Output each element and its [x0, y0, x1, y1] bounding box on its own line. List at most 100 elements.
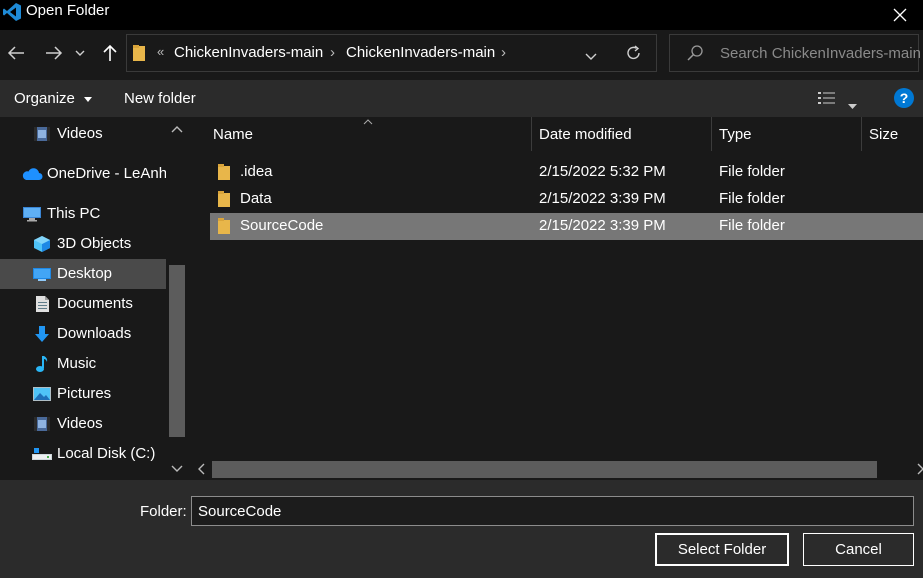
- sidebar-item-label: Downloads: [57, 325, 132, 342]
- sidebar-scroll-thumb[interactable]: [169, 265, 185, 437]
- folder-icon: [218, 218, 230, 234]
- sidebar-item-label: Desktop: [57, 265, 113, 282]
- column-divider[interactable]: [711, 117, 712, 151]
- search-input[interactable]: Search ChickenInvaders-main: [720, 45, 921, 62]
- column-divider[interactable]: [861, 117, 862, 151]
- organize-button[interactable]: Organize: [14, 90, 93, 107]
- view-dropdown-button[interactable]: [848, 96, 857, 113]
- 3d-objects-icon: [34, 236, 50, 252]
- breadcrumb-chickeninvaders-main-current[interactable]: ChickenInvaders-main: [346, 44, 495, 61]
- sidebar-item-videos-quick[interactable]: Videos: [0, 119, 166, 149]
- videos-icon: [34, 417, 50, 431]
- folder-label: Folder:: [140, 503, 187, 520]
- window-title: Open Folder: [26, 2, 110, 19]
- sidebar-item-onedrive[interactable]: OneDrive - LeAnh:: [0, 159, 171, 189]
- folder-icon: [218, 191, 230, 207]
- scroll-up-icon[interactable]: [170, 123, 184, 137]
- sidebar-item-pictures[interactable]: Pictures: [0, 379, 166, 409]
- overflow-chevron[interactable]: «: [157, 44, 164, 59]
- desktop-icon: [33, 268, 51, 281]
- file-type: File folder: [719, 163, 785, 180]
- file-date: 2/15/2022 5:32 PM: [539, 163, 666, 180]
- arrow-left-icon: [7, 46, 24, 60]
- up-button[interactable]: [97, 40, 123, 66]
- sidebar-item-videos[interactable]: Videos: [0, 409, 166, 439]
- sidebar-item-label: Documents: [57, 295, 133, 312]
- sidebar-item-3d-objects[interactable]: 3D Objects: [0, 229, 166, 259]
- breadcrumb-separator[interactable]: ›: [501, 44, 506, 61]
- onedrive-icon: [22, 168, 43, 180]
- cancel-button[interactable]: Cancel: [803, 533, 914, 566]
- file-name: Data: [240, 190, 272, 207]
- column-header-date-modified[interactable]: Date modified: [539, 126, 632, 143]
- caret-down-icon: [848, 104, 857, 109]
- title-bar: Open Folder: [0, 0, 923, 30]
- organize-label: Organize: [14, 90, 75, 107]
- breadcrumb-separator[interactable]: ›: [330, 44, 335, 61]
- chevron-down-icon: [585, 53, 597, 60]
- file-type: File folder: [719, 217, 785, 234]
- sidebar-item-documents[interactable]: Documents: [0, 289, 166, 319]
- sidebar-item-label: Local Disk (C:): [57, 445, 156, 462]
- scroll-left-icon[interactable]: [196, 463, 208, 475]
- sidebar-item-music[interactable]: Music: [0, 349, 166, 379]
- chevron-down-icon: [75, 50, 85, 56]
- scroll-down-icon[interactable]: [170, 461, 184, 475]
- file-list-horizontal-scrollbar[interactable]: [190, 459, 923, 480]
- sidebar-item-label: This PC: [47, 205, 101, 222]
- column-header-size[interactable]: Size: [869, 126, 898, 143]
- sidebar-item-label: Videos: [57, 415, 103, 432]
- caret-down-icon: [84, 96, 93, 102]
- folder-name-input[interactable]: [191, 496, 914, 526]
- select-folder-button[interactable]: Select Folder: [655, 533, 789, 566]
- column-divider[interactable]: [531, 117, 532, 151]
- arrow-up-icon: [103, 44, 117, 61]
- computer-icon: [23, 207, 41, 222]
- sidebar-item-this-pc[interactable]: This PC: [0, 199, 166, 229]
- close-button[interactable]: [877, 0, 923, 30]
- help-button[interactable]: ?: [894, 88, 914, 108]
- table-row-selected[interactable]: SourceCode 2/15/2022 3:39 PM File folder: [210, 213, 923, 240]
- column-header-name[interactable]: Name: [213, 126, 253, 143]
- search-box[interactable]: Search ChickenInvaders-main: [669, 34, 921, 72]
- file-date: 2/15/2022 3:39 PM: [539, 217, 666, 234]
- back-button[interactable]: [3, 40, 29, 66]
- sidebar-item-local-disk[interactable]: Local Disk (C:): [0, 439, 166, 469]
- table-row[interactable]: .idea 2/15/2022 5:32 PM File folder: [210, 159, 923, 186]
- horizontal-scroll-thumb[interactable]: [212, 461, 877, 478]
- new-folder-button[interactable]: New folder: [124, 90, 196, 107]
- navigation-bar: « ChickenInvaders-main › ChickenInvaders…: [0, 30, 923, 77]
- navigation-pane: Videos OneDrive - LeAnh: This PC 3D Obje…: [0, 117, 188, 480]
- refresh-icon: [627, 45, 640, 60]
- videos-icon: [34, 127, 50, 141]
- table-row[interactable]: Data 2/15/2022 3:39 PM File folder: [210, 186, 923, 213]
- vscode-icon: [3, 3, 21, 21]
- sort-ascending-icon: [363, 119, 373, 125]
- breadcrumb-chickeninvaders-main[interactable]: ChickenInvaders-main: [174, 44, 323, 61]
- column-header-type[interactable]: Type: [719, 126, 752, 143]
- sidebar-item-label: 3D Objects: [57, 235, 132, 252]
- folder-icon: [133, 45, 145, 61]
- sidebar-scrollbar[interactable]: [166, 117, 188, 480]
- file-list: Name Date modified Type Size .idea 2/15/…: [190, 117, 923, 480]
- sidebar-item-downloads[interactable]: Downloads: [0, 319, 166, 349]
- forward-button[interactable]: [41, 40, 67, 66]
- file-name: .idea: [240, 163, 273, 180]
- documents-icon: [36, 296, 49, 312]
- sidebar-item-label: Pictures: [57, 385, 112, 402]
- file-name: SourceCode: [240, 217, 324, 234]
- address-dropdown-button[interactable]: [585, 48, 597, 65]
- scroll-right-icon[interactable]: [914, 463, 923, 475]
- details-view-icon: [818, 92, 835, 104]
- drive-icon: [32, 448, 52, 460]
- refresh-button[interactable]: [626, 45, 642, 65]
- view-options-button[interactable]: [818, 91, 838, 109]
- recent-locations-button[interactable]: [71, 40, 89, 66]
- sidebar-item-label: Videos: [57, 125, 103, 142]
- sidebar-item-label: OneDrive - LeAnh:: [47, 165, 172, 182]
- file-type: File folder: [719, 190, 785, 207]
- sidebar-item-desktop[interactable]: Desktop: [0, 259, 166, 289]
- column-headers: Name Date modified Type Size: [190, 117, 923, 151]
- address-bar[interactable]: « ChickenInvaders-main › ChickenInvaders…: [126, 34, 657, 72]
- command-bar: Organize New folder ?: [0, 80, 923, 117]
